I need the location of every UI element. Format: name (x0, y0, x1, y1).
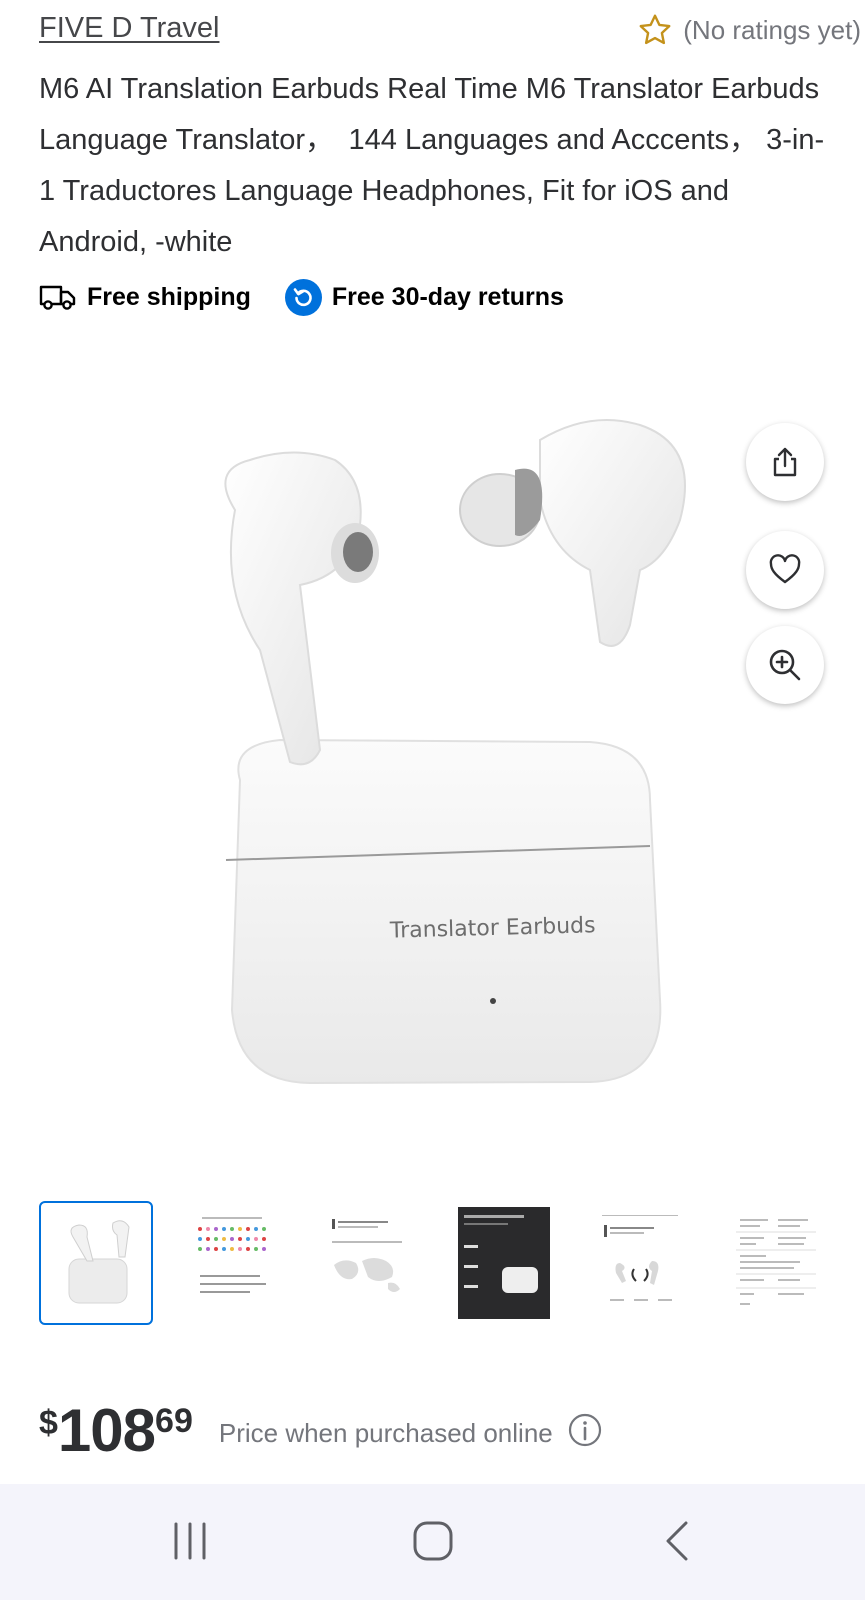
product-main-image[interactable]: Translator Earbuds (120, 390, 720, 1130)
price-cents: 69 (155, 1402, 193, 1440)
thumbnail-world-map[interactable] (311, 1201, 425, 1325)
price-currency: $ (39, 1404, 58, 1442)
back-icon (666, 1521, 688, 1561)
share-button[interactable] (746, 423, 824, 501)
free-returns-perk: Free 30-day returns (284, 278, 564, 316)
free-returns-label: Free 30-day returns (331, 282, 564, 311)
store-brand-link[interactable]: FIVE D Travel (39, 12, 220, 45)
thumbnail-image (68, 1220, 130, 1304)
price-row: $ 108 69 Price when purchased online (39, 1398, 603, 1468)
zoom-in-icon (769, 649, 801, 681)
thumbnail-image (332, 1219, 402, 1292)
thumbnail-image (198, 1217, 266, 1293)
star-icon (639, 14, 671, 45)
share-icon (773, 447, 797, 477)
price-dollars: 108 (57, 1397, 156, 1464)
truck-icon (39, 285, 76, 310)
system-navigation-bar (0, 1484, 865, 1600)
favorite-button[interactable] (746, 531, 824, 609)
thumbnail-language-color-grid[interactable] (175, 1201, 289, 1325)
product-title: M6 AI Translation Earbuds Real Time M6 T… (39, 73, 825, 258)
recent-apps-icon (174, 1522, 206, 1560)
recent-apps-button[interactable] (155, 1506, 225, 1576)
price-note: Price when purchased online (218, 1418, 553, 1448)
thumbnail-earbuds-specs[interactable] (583, 1201, 697, 1325)
thumbnail-spec-table[interactable] (719, 1201, 833, 1325)
info-icon[interactable] (567, 1412, 603, 1448)
home-icon (413, 1521, 453, 1561)
price: $ 108 69 (39, 1398, 193, 1464)
zoom-button[interactable] (746, 626, 824, 704)
brand-row: FIVE D Travel (No ratings yet) (39, 10, 865, 50)
perks-row: Free shipping Free 30-day returns (39, 277, 598, 317)
rating[interactable]: (No ratings yet) (637, 10, 861, 50)
thumbnail-image (602, 1215, 678, 1301)
thumbnail-battery-life-dark[interactable] (447, 1201, 561, 1325)
free-shipping-perk: Free shipping (39, 283, 251, 312)
return-arrow-icon (284, 278, 322, 316)
back-button[interactable] (643, 1506, 713, 1576)
earbuds-illustration: Translator Earbuds (224, 419, 686, 1085)
thumbnail-strip (39, 1201, 865, 1327)
home-button[interactable] (398, 1506, 468, 1576)
free-shipping-label: Free shipping (87, 282, 251, 311)
rating-text: (No ratings yet) (683, 14, 861, 45)
thumbnail-image (736, 1219, 816, 1305)
heart-icon (769, 554, 801, 584)
thumbnail-earbuds-and-case[interactable] (39, 1201, 153, 1325)
thumbnail-image (458, 1207, 550, 1319)
